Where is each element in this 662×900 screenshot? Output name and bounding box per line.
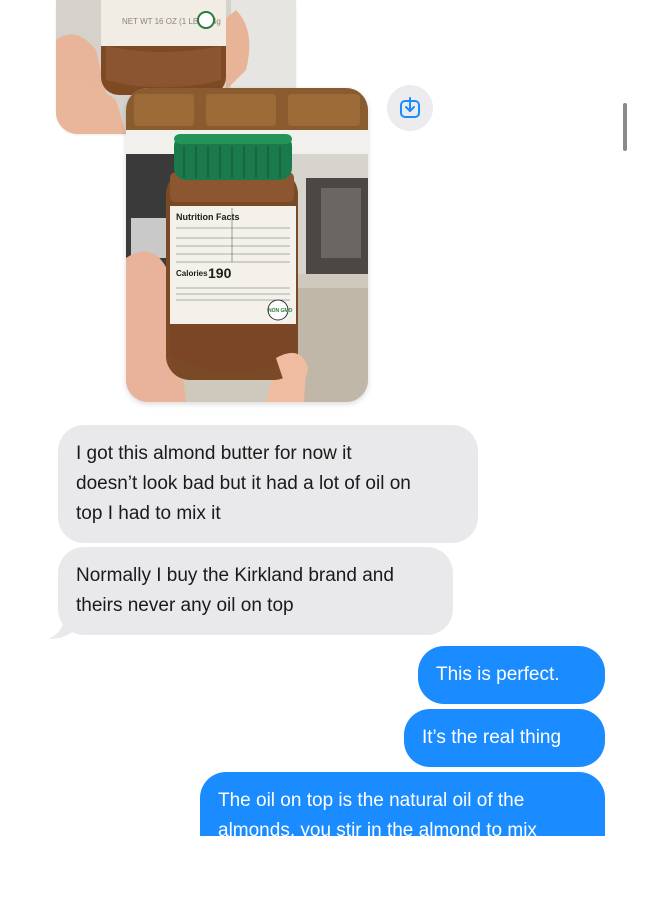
message-thread: NET WT 16 OZ (1 LB) 454g Nutrition Facts… [0,0,662,836]
save-to-photos-icon [400,97,420,118]
received-message[interactable]: Normally I buy the Kirkland brand and th… [58,547,453,635]
nutrition-facts-title: Nutrition Facts [176,212,240,222]
received-bubble-tail [48,615,76,639]
received-message[interactable]: I got this almond butter for now it does… [58,425,478,543]
scroll-indicator[interactable] [623,103,627,151]
attached-photo[interactable]: Nutrition Facts Calories 190 NON GMO [126,88,368,402]
almond-butter-jar-photo: Nutrition Facts Calories 190 NON GMO [126,88,368,402]
sent-message[interactable]: It’s the real thing [404,709,605,767]
sent-message[interactable]: The oil on top is the natural oil of the… [200,772,605,836]
sent-message[interactable]: This is perfect. [418,646,605,704]
calories-label: Calories [176,269,208,278]
calories-value: 190 [208,265,232,281]
non-gmo-badge: NON GMO [268,308,293,314]
save-photo-button[interactable] [387,85,433,131]
